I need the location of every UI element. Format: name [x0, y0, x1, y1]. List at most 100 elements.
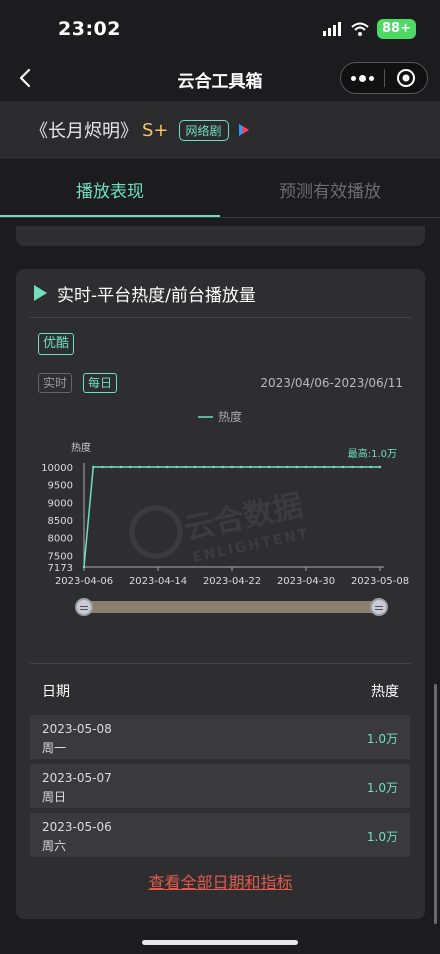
y-tick-label: 7500: [48, 551, 73, 562]
data-point: [129, 465, 132, 469]
x-tick-label: 2023-05-08: [351, 576, 409, 587]
legend-label: 热度: [218, 409, 242, 424]
y-tick-label: 8000: [48, 534, 73, 545]
y-tick-label: 9500: [48, 481, 73, 492]
data-point: [304, 465, 308, 469]
card-header: 实时-平台热度/前台播放量: [34, 281, 256, 306]
close-icon[interactable]: [385, 68, 427, 88]
more-icon[interactable]: [341, 74, 384, 82]
x-tick-label: 2023-04-22: [203, 576, 261, 587]
row-weekday: 周一: [42, 741, 67, 755]
row-value: 1.0万: [366, 830, 398, 844]
platform-chip-youku[interactable]: 优酷: [38, 333, 75, 355]
signal-icon: [323, 22, 342, 36]
data-point: [221, 465, 224, 469]
x-tick-label: 2023-04-14: [129, 576, 187, 587]
date-range: 2023/04/06-2023/06/11: [260, 376, 403, 390]
play-icon: [34, 285, 47, 301]
table-rows: 2023-05-08 周一 1.0万 2023-05-07 周日 1.0万 20…: [30, 715, 410, 862]
divider: [30, 663, 411, 664]
wifi-icon: [351, 22, 369, 36]
data-point: [110, 465, 113, 469]
tab-predicted-effective-plays[interactable]: 预测有效播放: [220, 166, 440, 217]
data-point: [147, 465, 150, 469]
data-point: [378, 465, 382, 469]
data-point: [323, 465, 326, 469]
data-point: [203, 465, 206, 469]
data-point: [286, 465, 289, 469]
scrollbar[interactable]: [434, 684, 437, 924]
range-slider-track[interactable]: [84, 601, 380, 613]
heat-chart: 云合数据 ENLIGHTENT 热度 热度 7173 7500 8000 8500 9000 95…: [16, 399, 425, 629]
data-point: [267, 465, 271, 469]
data-point: [341, 465, 345, 469]
row-date: 2023-05-07: [42, 771, 112, 785]
data-point: [240, 465, 243, 469]
row-value: 1.0万: [366, 732, 398, 746]
battery-indicator: 88+: [377, 19, 416, 39]
data-point: [175, 465, 178, 469]
range-slider-end-handle[interactable]: [370, 598, 388, 616]
y-tick-label: 9000: [48, 498, 73, 509]
home-indicator: [142, 940, 298, 945]
data-point: [101, 465, 104, 469]
data-point: [332, 465, 335, 469]
data-point: [360, 465, 363, 469]
x-tick-label: 2023-04-30: [277, 576, 335, 587]
data-point: [212, 465, 215, 469]
youku-logo-icon: [238, 124, 249, 136]
show-type-badge: 网络剧: [178, 119, 229, 141]
data-point: [156, 465, 160, 469]
data-point: [92, 465, 95, 469]
data-point: [193, 465, 197, 469]
watermark-logo: [129, 505, 183, 559]
y-tick-label: 8500: [48, 516, 73, 527]
view-all-link[interactable]: 查看全部日期和指标: [16, 869, 425, 893]
row-weekday: 周六: [42, 839, 67, 853]
heat-card: 实时-平台热度/前台播放量 优酷 实时 每日 2023/04/06-2023/0…: [16, 269, 425, 919]
mini-program-capsule: [340, 62, 428, 94]
data-point: [230, 465, 234, 469]
show-header: 《长月烬明》 S+ 网络剧: [0, 101, 440, 159]
y-tick-label: 7173: [48, 563, 73, 574]
data-point: [295, 465, 298, 469]
data-point: [277, 465, 280, 469]
previous-card: [16, 226, 425, 246]
chart-svg: 云合数据ENLIGHTENT热度热度7173750080008500900095…: [41, 409, 409, 587]
row-value: 1.0万: [366, 781, 398, 795]
data-point: [166, 465, 169, 469]
data-point: [351, 465, 354, 469]
data-point: [249, 465, 252, 469]
status-time: 23:02: [58, 18, 121, 40]
data-point: [258, 465, 261, 469]
mode-realtime-button[interactable]: 实时: [38, 373, 73, 393]
x-tick-label: 2023-04-06: [55, 576, 113, 587]
header-date: 日期: [42, 684, 70, 700]
data-point: [119, 465, 123, 469]
tab-bar: 播放表现 预测有效播放: [0, 166, 440, 218]
header-heat: 热度: [371, 684, 399, 700]
table-row: 2023-05-08 周一 1.0万: [30, 715, 410, 759]
range-slider-start-handle[interactable]: [75, 598, 93, 616]
show-grade: S+: [142, 119, 169, 141]
table-row: 2023-05-07 周日 1.0万: [30, 764, 410, 808]
table-header: 日期 热度: [30, 681, 411, 705]
row-date: 2023-05-06: [42, 820, 112, 834]
nav-bar: 云合工具箱: [0, 56, 440, 100]
data-point: [314, 465, 317, 469]
card-title: 实时-平台热度/前台播放量: [57, 285, 256, 306]
row-date: 2023-05-08: [42, 722, 112, 736]
y-tick-label: 10000: [41, 463, 73, 474]
divider: [30, 317, 411, 318]
data-point: [82, 565, 86, 569]
status-bar: 23:02 88+: [0, 0, 440, 56]
mode-daily-button[interactable]: 每日: [83, 373, 118, 393]
show-title: 《长月烬明》: [30, 121, 138, 142]
data-point: [138, 465, 141, 469]
data-point: [369, 465, 372, 469]
data-point: [184, 465, 187, 469]
table-row: 2023-05-06 周六 1.0万: [30, 813, 410, 857]
row-weekday: 周日: [42, 790, 67, 804]
tab-playback-performance[interactable]: 播放表现: [0, 166, 220, 217]
status-icons: 88+: [323, 19, 416, 39]
